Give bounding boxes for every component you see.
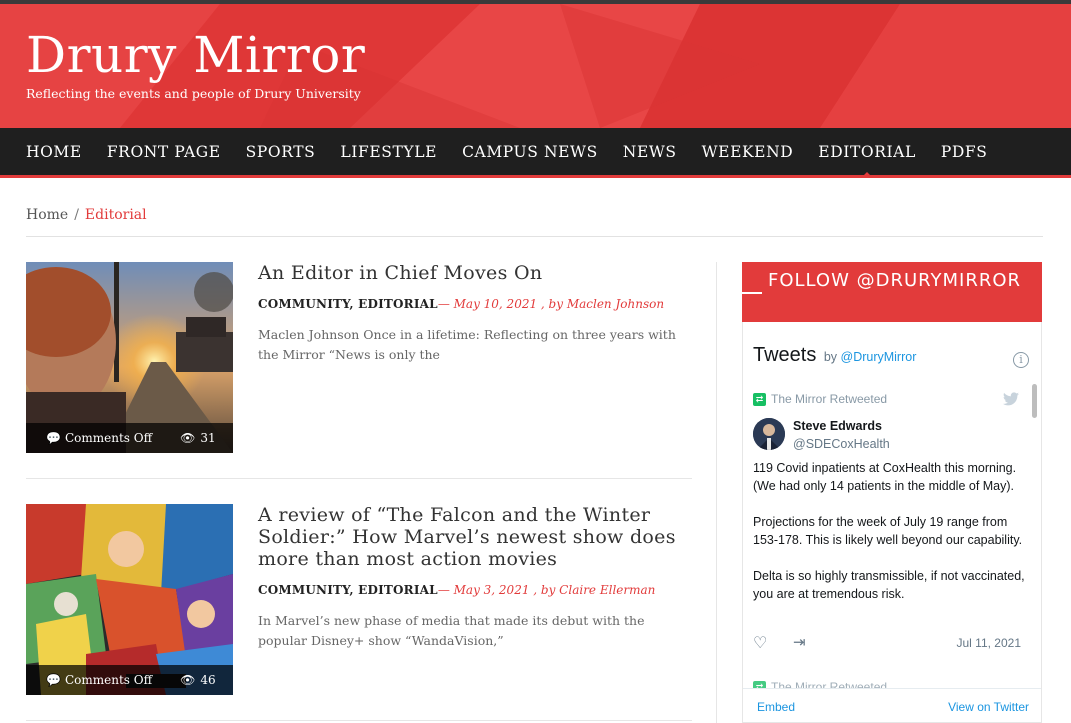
nav-item-news[interactable]: NEWS: [623, 143, 677, 161]
tweet-body: 119 Covid inpatients at CoxHealth this m…: [753, 459, 1031, 621]
comment-bubble-icon: 💬: [46, 673, 61, 687]
site-tagline: Reflecting the events and people of Drur…: [26, 86, 361, 101]
comment-bubble-icon: 💬: [46, 431, 61, 445]
post-date-author: — May 3, 2021 , by Claire Ellerman: [437, 583, 656, 597]
nav-item-editorial[interactable]: EDITORIAL: [818, 143, 916, 178]
follow-widget-header: FOLLOW @DRURYMIRROR: [742, 262, 1042, 322]
post-stats-bar: 💬 Comments Off 👁 46: [26, 665, 233, 695]
tweets-by: by @DruryMirror: [824, 350, 917, 364]
post-categories[interactable]: COMMUNITY, EDITORIAL: [258, 297, 438, 311]
comments-count: 💬 Comments Off: [46, 431, 152, 445]
divider: [26, 720, 692, 721]
views-count: 👁 46: [180, 673, 216, 687]
share-icon[interactable]: ⇥: [793, 633, 806, 651]
post-title[interactable]: An Editor in Chief Moves On: [258, 262, 690, 284]
post-categories[interactable]: COMMUNITY, EDITORIAL: [258, 583, 438, 597]
comments-label: Comments Off: [64, 431, 153, 445]
author-name[interactable]: Steve Edwards: [793, 419, 882, 433]
follow-accent-bar: [742, 292, 762, 294]
account-handle-link[interactable]: @DruryMirror: [841, 350, 917, 364]
tweet-paragraph: Delta is so highly transmissible, if not…: [753, 569, 1025, 601]
comments-count: 💬 Comments Off: [46, 673, 152, 687]
nav-item-sports[interactable]: SPORTS: [246, 143, 316, 161]
retweet-icon: ⇄: [753, 392, 766, 406]
post-date-author: — May 10, 2021 , by Maclen Johnson: [437, 297, 665, 311]
like-heart-icon[interactable]: ♡: [753, 633, 767, 653]
eye-icon: 👁: [180, 673, 196, 687]
nav-item-home[interactable]: HOME: [26, 143, 82, 161]
site-title[interactable]: Drury Mirror: [26, 26, 365, 84]
nav-item-campus-news[interactable]: CAMPUS NEWS: [462, 143, 598, 161]
view-on-twitter-link[interactable]: View on Twitter: [948, 700, 1029, 714]
timeline-footer: Embed View on Twitter: [743, 688, 1041, 722]
views-count: 👁 31: [180, 431, 216, 445]
eye-icon: 👁: [180, 431, 196, 445]
post-stats-bar: 💬 Comments Off 👁 31: [26, 423, 233, 453]
post-title[interactable]: A review of “The Falcon and the Winter S…: [258, 504, 690, 570]
tweet-paragraph: 119 Covid inpatients at CoxHealth this m…: [753, 461, 1017, 493]
views-value: 46: [200, 673, 216, 687]
post-excerpt: In Marvel’s new phase of media that made…: [258, 613, 645, 648]
embed-link[interactable]: Embed: [757, 700, 795, 714]
post-excerpt: Maclen Johnson Once in a lifetime: Refle…: [258, 327, 676, 362]
avatar[interactable]: [753, 418, 785, 450]
by-prefix: by: [823, 350, 838, 364]
twitter-header: Tweets by @DruryMirror: [753, 344, 916, 367]
tweet-actions: ♡ ⇥ Jul 11, 2021: [753, 633, 1021, 653]
main-nav: HOME FRONT PAGE SPORTS LIFESTYLE CAMPUS …: [0, 128, 1071, 178]
site-header: Drury Mirror Reflecting the events and p…: [0, 4, 1071, 128]
views-value: 31: [200, 431, 216, 445]
nav-item-weekend[interactable]: WEEKEND: [702, 143, 794, 161]
post-thumbnail[interactable]: 💬 Comments Off 👁 31: [26, 262, 233, 453]
column-divider: [716, 262, 717, 723]
breadcrumb-home-link[interactable]: Home: [26, 207, 68, 223]
nav-item-lifestyle[interactable]: LIFESTYLE: [340, 143, 437, 161]
info-icon[interactable]: i: [1013, 352, 1029, 368]
nav-item-pdfs[interactable]: PDFS: [941, 143, 988, 161]
twitter-bird-icon[interactable]: [1003, 392, 1019, 406]
retweet-label[interactable]: The Mirror Retweeted: [771, 392, 887, 406]
post-card: 💬 Comments Off 👁 46 A review of “The Fal…: [26, 504, 692, 695]
post-meta: COMMUNITY, EDITORIAL— May 3, 2021 , by C…: [258, 583, 655, 597]
comments-label: Comments Off: [64, 673, 153, 687]
breadcrumb: Home / Editorial: [26, 207, 147, 223]
retweet-indicator: ⇄ The Mirror Retweeted: [753, 392, 887, 406]
nav-item-front-page[interactable]: FRONT PAGE: [107, 143, 221, 161]
post-thumbnail[interactable]: 💬 Comments Off 👁 46: [26, 504, 233, 695]
follow-title: FOLLOW @DRURYMIRROR: [768, 270, 1022, 291]
divider: [26, 478, 692, 479]
post-card: 💬 Comments Off 👁 31 An Editor in Chief M…: [26, 262, 692, 453]
divider: [26, 236, 1043, 237]
twitter-timeline: Tweets by @DruryMirror i ⇄ The Mirror Re…: [742, 322, 1042, 723]
post-meta: COMMUNITY, EDITORIAL— May 10, 2021 , by …: [258, 297, 664, 311]
tweets-heading[interactable]: Tweets: [753, 344, 816, 366]
timeline-scrollbar[interactable]: [1032, 384, 1037, 418]
tweet-date[interactable]: Jul 11, 2021: [957, 636, 1022, 650]
author-handle[interactable]: @SDECoxHealth: [793, 437, 890, 451]
breadcrumb-separator: /: [74, 207, 79, 223]
tweet-paragraph: Projections for the week of July 19 rang…: [753, 515, 1023, 547]
breadcrumb-current: Editorial: [84, 207, 147, 223]
